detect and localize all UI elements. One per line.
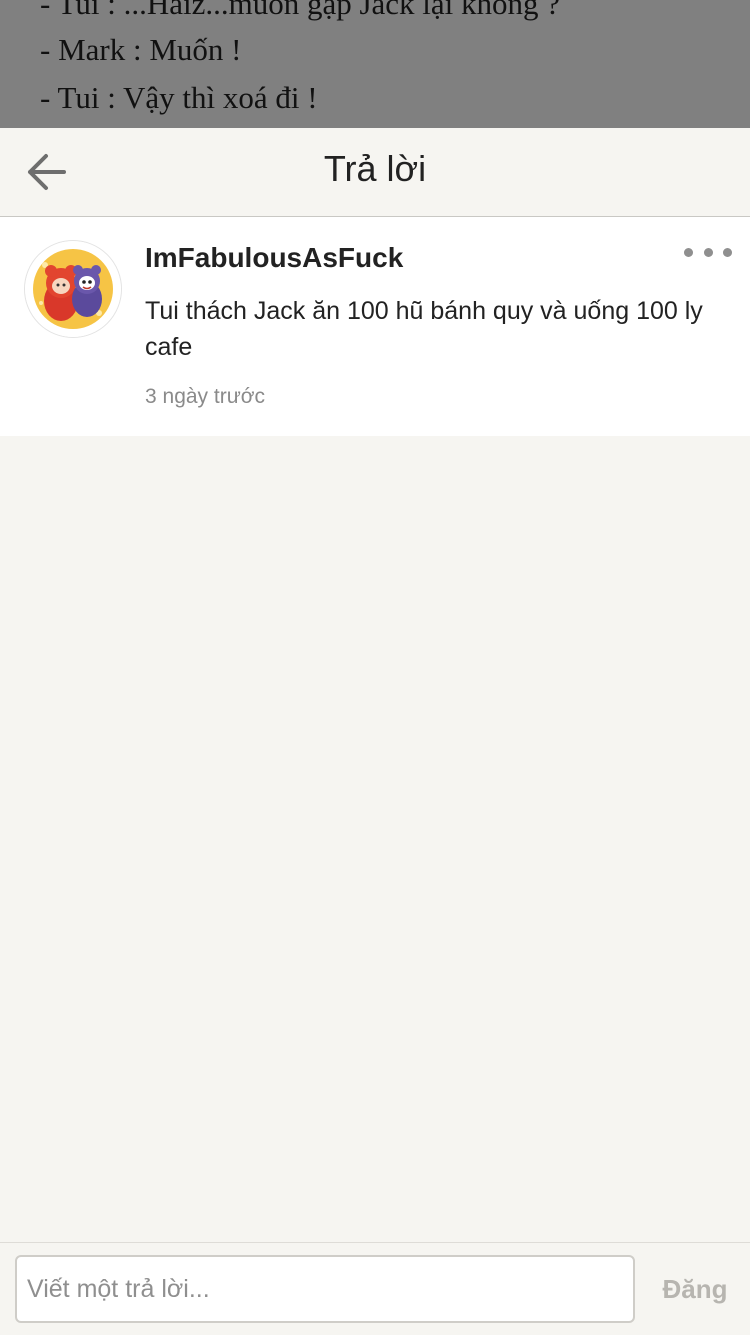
avatar[interactable] (24, 240, 122, 338)
header-bar: Trả lời (0, 128, 750, 217)
more-options-button[interactable] (684, 237, 732, 267)
more-horizontal-icon (723, 247, 732, 257)
comment-card: ImFabulousAsFuck Tui thách Jack ăn 100 h… (0, 217, 750, 436)
story-line: - Mark : Muốn ! (40, 32, 242, 67)
comment-text: Tui thách Jack ăn 100 hũ bánh quy và uốn… (145, 297, 703, 361)
comment-timestamp: 3 ngày trước (145, 385, 266, 408)
background-story-overlay: - Tui : ...Haiz...muốn gặp Jack lại khôn… (0, 0, 750, 128)
reply-composer: Đăng (0, 1242, 750, 1335)
story-line: - Tui : Vậy thì xoá đi ! (40, 80, 318, 115)
username[interactable]: ImFabulousAsFuck (145, 242, 403, 274)
reply-sheet: Trả lời ImFabulousAsFuck Tui thách Jack … (0, 128, 750, 1335)
page-title: Trả lời (323, 148, 427, 189)
story-line: - Tui : ...Haiz...muốn gặp Jack lại khôn… (40, 0, 561, 21)
avatar-illustration (25, 241, 121, 337)
more-horizontal-icon (684, 247, 693, 257)
reply-input[interactable] (15, 1255, 635, 1323)
post-button[interactable]: Đăng (650, 1265, 740, 1313)
more-horizontal-icon (703, 247, 713, 257)
